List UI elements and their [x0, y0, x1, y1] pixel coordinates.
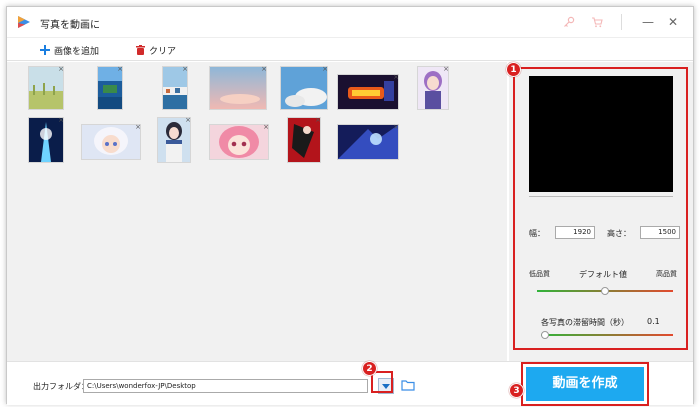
highlight-frame-create	[521, 362, 649, 406]
step-badge-1: 1	[506, 62, 521, 77]
output-folder-label: 出力フォルダ：	[33, 382, 89, 391]
remove-thumbnail-icon[interactable]: ×	[263, 123, 269, 131]
thumbnail[interactable]: ×	[337, 73, 399, 110]
thumbnail[interactable]: ×	[280, 65, 328, 110]
thumbnail-image	[29, 67, 63, 109]
thumbnail[interactable]: ×	[209, 65, 267, 110]
thumbnail-image	[338, 75, 398, 109]
remove-thumbnail-icon[interactable]: ×	[393, 123, 399, 131]
step-badge-2: 2	[362, 361, 377, 376]
thumbnail-image	[210, 67, 266, 109]
thumbnail[interactable]: ×	[209, 123, 269, 160]
title-divider	[621, 14, 622, 30]
key-icon[interactable]	[563, 16, 575, 28]
thumbnail[interactable]: ×	[28, 116, 64, 163]
highlight-frame-dropdown	[371, 371, 393, 393]
app-window: 写真を動画に — ✕ 画像を追加 クリア × × × × × × × × × ×…	[6, 6, 694, 406]
thumbnail-image	[210, 125, 268, 159]
thumbnail[interactable]: ×	[337, 123, 399, 160]
thumbnail[interactable]: ×	[97, 65, 123, 110]
thumbnail[interactable]: ×	[81, 123, 141, 160]
minimize-button[interactable]: —	[638, 13, 658, 31]
remove-thumbnail-icon[interactable]: ×	[315, 116, 321, 124]
image-list[interactable]: × × × × × × × × × × × × ×	[7, 62, 507, 361]
thumbnail-image	[338, 125, 398, 159]
remove-thumbnail-icon[interactable]: ×	[58, 65, 64, 73]
remove-thumbnail-icon[interactable]: ×	[393, 73, 399, 81]
output-folder-field[interactable]: C:\Users\wonderfox-JP\Desktop	[83, 379, 368, 393]
remove-thumbnail-icon[interactable]: ×	[117, 65, 123, 73]
thumbnail[interactable]: ×	[287, 116, 321, 163]
toolbar: 画像を追加 クリア	[7, 37, 693, 61]
thumbnail-image	[82, 125, 140, 159]
thumbnail-image	[98, 67, 122, 109]
thumbnail[interactable]: ×	[28, 65, 64, 110]
thumbnail-image	[163, 67, 187, 109]
thumbnail-image	[418, 67, 448, 109]
plus-icon	[40, 45, 50, 55]
folder-icon[interactable]	[401, 379, 415, 391]
thumbnail[interactable]: ×	[157, 116, 191, 163]
remove-thumbnail-icon[interactable]: ×	[185, 116, 191, 124]
remove-thumbnail-icon[interactable]: ×	[135, 123, 141, 131]
remove-thumbnail-icon[interactable]: ×	[58, 116, 64, 124]
clear-label: クリア	[149, 46, 177, 57]
clear-button[interactable]: クリア	[136, 42, 176, 58]
thumbnail[interactable]: ×	[417, 65, 449, 110]
close-button[interactable]: ✕	[663, 13, 683, 31]
remove-thumbnail-icon[interactable]: ×	[182, 65, 188, 73]
thumbnail[interactable]: ×	[162, 65, 188, 110]
highlight-frame-settings	[513, 67, 688, 350]
thumbnail-image	[158, 118, 190, 162]
remove-thumbnail-icon[interactable]: ×	[443, 65, 449, 73]
cart-icon[interactable]	[591, 16, 603, 28]
add-image-button[interactable]: 画像を追加	[40, 42, 99, 58]
add-image-label: 画像を追加	[54, 46, 100, 57]
thumbnail-image	[29, 118, 63, 162]
remove-thumbnail-icon[interactable]: ×	[322, 65, 328, 73]
step-badge-3: 3	[509, 383, 524, 398]
trash-icon	[136, 45, 145, 55]
app-logo-icon	[18, 16, 30, 28]
window-title: 写真を動画に	[40, 20, 100, 31]
thumbnail-image	[281, 67, 327, 109]
remove-thumbnail-icon[interactable]: ×	[261, 65, 267, 73]
thumbnail-image	[288, 118, 320, 162]
title-bar: 写真を動画に — ✕	[7, 7, 693, 37]
